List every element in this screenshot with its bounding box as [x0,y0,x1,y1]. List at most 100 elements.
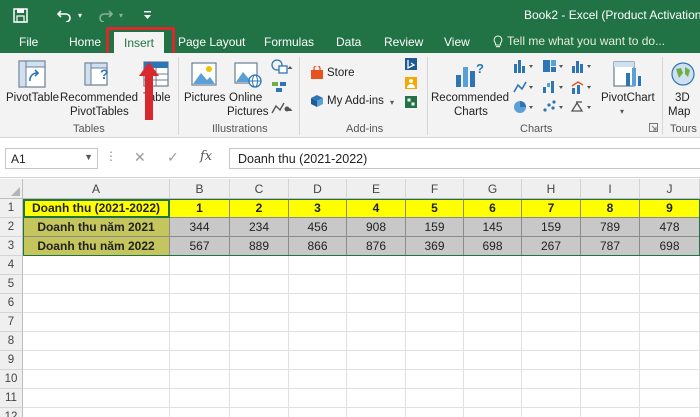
pictures-icon[interactable] [190,59,218,89]
row-header-6[interactable]: 6 [0,294,23,313]
cell-b1[interactable]: 1 [170,199,230,218]
cell-d11[interactable] [289,389,347,408]
row-header-1[interactable]: 1 [0,199,23,218]
cell-j7[interactable] [640,313,700,332]
cell-a11[interactable] [23,389,170,408]
cell-a8[interactable] [23,332,170,351]
cell-c1[interactable]: 2 [230,199,289,218]
formula-input[interactable]: Doanh thu (2021-2022) [229,148,700,169]
column-header-b[interactable]: B [170,179,230,199]
3d-map-label-2[interactable]: Map [668,105,690,119]
cell-g4[interactable] [464,256,522,275]
cell-c2[interactable]: 234 [230,218,289,237]
cell-h4[interactable] [522,256,581,275]
3d-map-icon[interactable] [668,59,698,89]
cell-h3[interactable]: 267 [522,237,581,256]
cell-j12[interactable] [640,408,700,417]
row-header-8[interactable]: 8 [0,332,23,351]
pictures-label[interactable]: Pictures [184,91,226,105]
cell-h11[interactable] [522,389,581,408]
waterfall-chart-icon[interactable] [541,79,567,95]
cell-c3[interactable]: 889 [230,237,289,256]
cell-a9[interactable] [23,351,170,370]
cell-j11[interactable] [640,389,700,408]
cell-a4[interactable] [23,256,170,275]
name-box[interactable]: A1 ▼ [5,148,98,169]
customize-quick-access-icon[interactable] [140,5,154,25]
cell-c12[interactable] [230,408,289,417]
cell-c9[interactable] [230,351,289,370]
cell-f1[interactable]: 5 [406,199,464,218]
save-icon[interactable] [10,5,30,25]
column-header-h[interactable]: H [522,179,581,199]
recommended-pivottables-label-1[interactable]: Recommended [60,91,138,105]
cell-e5[interactable] [347,275,406,294]
cell-i7[interactable] [581,313,640,332]
cell-b11[interactable] [170,389,230,408]
cell-h10[interactable] [522,370,581,389]
cell-j9[interactable] [640,351,700,370]
cell-b5[interactable] [170,275,230,294]
tab-view[interactable]: View [444,34,470,53]
cell-c7[interactable] [230,313,289,332]
cell-b9[interactable] [170,351,230,370]
scatter-chart-icon[interactable] [541,99,567,115]
cell-j8[interactable] [640,332,700,351]
tab-file[interactable]: File [19,34,38,53]
cell-g2[interactable]: 145 [464,218,522,237]
column-header-f[interactable]: F [406,179,464,199]
store-label[interactable]: Store [327,66,355,80]
cell-a10[interactable] [23,370,170,389]
cell-g8[interactable] [464,332,522,351]
cell-e9[interactable] [347,351,406,370]
cell-c8[interactable] [230,332,289,351]
surface-chart-icon[interactable] [570,99,596,115]
column-header-e[interactable]: E [347,179,406,199]
cell-g5[interactable] [464,275,522,294]
shapes-icon[interactable] [270,58,294,76]
statistic-chart-icon[interactable] [570,58,596,74]
tell-me-search[interactable]: Tell me what you want to do... [493,34,665,48]
cell-f3[interactable]: 369 [406,237,464,256]
cell-j4[interactable] [640,256,700,275]
cell-j6[interactable] [640,294,700,313]
cell-f12[interactable] [406,408,464,417]
cancel-entry-icon[interactable]: ✕ [134,149,146,166]
cell-h12[interactable] [522,408,581,417]
name-box-dropdown-icon[interactable]: ▼ [84,152,93,162]
cell-h5[interactable] [522,275,581,294]
cell-b2[interactable]: 344 [170,218,230,237]
tab-page-layout[interactable]: Page Layout [178,34,245,53]
my-addins-icon[interactable] [310,94,324,108]
my-addins-dropdown-icon[interactable]: ▾ [390,96,394,110]
cell-h1[interactable]: 7 [522,199,581,218]
online-pictures-label-1[interactable]: Online [229,91,262,105]
cell-h6[interactable] [522,294,581,313]
row-header-2[interactable]: 2 [0,218,23,237]
pivottable-label[interactable]: PivotTable [6,91,59,105]
cell-i6[interactable] [581,294,640,313]
row-header-5[interactable]: 5 [0,275,23,294]
cell-j5[interactable] [640,275,700,294]
cell-h8[interactable] [522,332,581,351]
formula-bar-grip-icon[interactable]: ⋮ [105,149,117,163]
pivotchart-dropdown-icon[interactable]: ▾ [620,105,624,119]
pivottable-icon[interactable] [17,59,47,89]
cell-a2[interactable]: Doanh thu năm 2021 [23,218,170,237]
column-header-c[interactable]: C [230,179,289,199]
row-header-9[interactable]: 9 [0,351,23,370]
cell-i3[interactable]: 787 [581,237,640,256]
visio-data-visualizer-icon[interactable] [404,95,418,109]
cell-g10[interactable] [464,370,522,389]
cell-f10[interactable] [406,370,464,389]
cell-g12[interactable] [464,408,522,417]
cell-i5[interactable] [581,275,640,294]
recommended-charts-icon[interactable]: ? [452,59,486,89]
smartart-icon[interactable] [270,79,294,95]
redo-icon[interactable] [95,5,115,25]
redo-dropdown-icon[interactable]: ▾ [116,5,126,25]
cell-g6[interactable] [464,294,522,313]
cell-e1[interactable]: 4 [347,199,406,218]
column-header-j[interactable]: J [640,179,700,199]
cell-j1[interactable]: 9 [640,199,700,218]
